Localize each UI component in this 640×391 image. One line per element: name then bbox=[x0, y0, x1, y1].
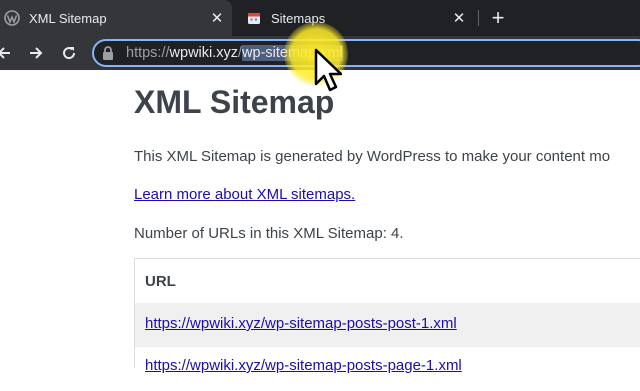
table-row: https://wpwiki.xyz/wp-sitemap-posts-post… bbox=[135, 303, 640, 347]
close-tab-icon[interactable]: ✕ bbox=[450, 9, 468, 27]
table-row: https://wpwiki.xyz/wp-sitemap-posts-page… bbox=[135, 347, 640, 391]
forward-arrow-icon[interactable] bbox=[24, 41, 48, 65]
wordpress-icon bbox=[4, 10, 20, 26]
url-host: wpwiki.xyz bbox=[169, 45, 239, 61]
sitemap-link[interactable]: https://wpwiki.xyz/wp-sitemap-posts-post… bbox=[145, 315, 457, 332]
table-header: URL bbox=[135, 259, 640, 304]
new-tab-button[interactable]: + bbox=[486, 5, 510, 30]
url-scheme: https:// bbox=[126, 45, 170, 61]
mouse-pointer-icon bbox=[314, 48, 343, 92]
tab-title: Sitemaps bbox=[271, 10, 326, 26]
tab-sitemaps[interactable]: Sitemaps ✕ bbox=[234, 0, 474, 36]
url-count-text: Number of URLs in this XML Sitemap: 4. bbox=[134, 225, 404, 242]
learn-more-link[interactable]: Learn more about XML sitemaps. bbox=[134, 186, 355, 203]
reload-icon[interactable] bbox=[57, 41, 81, 65]
back-arrow-icon[interactable] bbox=[0, 41, 16, 65]
tab-divider bbox=[478, 10, 479, 26]
lock-icon[interactable] bbox=[102, 46, 114, 60]
sitemap-description: This XML Sitemap is generated by WordPre… bbox=[134, 148, 611, 165]
page-title: XML Sitemap bbox=[134, 84, 335, 120]
tab-title: XML Sitemap bbox=[29, 10, 107, 26]
column-header-url: URL bbox=[145, 273, 176, 290]
tab-xml-sitemap[interactable]: XML Sitemap ✕ bbox=[0, 0, 232, 36]
close-tab-icon[interactable]: ✕ bbox=[208, 9, 226, 27]
calendar-icon bbox=[246, 10, 262, 26]
sitemap-table: URL https://wpwiki.xyz/wp-sitemap-posts-… bbox=[134, 258, 640, 391]
